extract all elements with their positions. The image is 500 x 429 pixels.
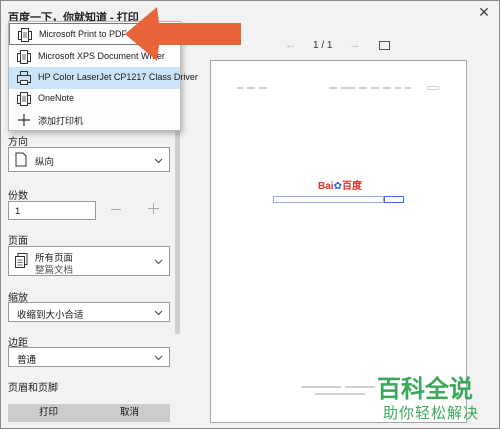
copies-value: 1 <box>15 206 21 217</box>
preview-nav-text <box>395 87 401 89</box>
preview-nav-text <box>383 87 391 89</box>
copies-input[interactable]: 1 <box>8 201 96 220</box>
preview-nav-text <box>237 87 243 89</box>
preview-search-button <box>384 196 404 203</box>
portrait-page-icon <box>15 152 27 167</box>
copies-label: 份数 <box>8 191 28 202</box>
preview-nav-text <box>259 87 267 89</box>
menu-item-onenote[interactable]: OneNote <box>9 88 180 110</box>
preview-footer-text <box>315 393 365 395</box>
orientation-value: 纵向 <box>35 157 55 168</box>
print-dialog: 百度一下，你就知道 - 打印 ✕ 方向 纵向 份数 1 页面 所有页面 整篇文档… <box>0 0 500 429</box>
print-button[interactable]: 打印 <box>8 404 89 422</box>
printer-doc-icon <box>17 92 31 106</box>
preview-nav-text <box>405 87 411 89</box>
plus-icon <box>18 114 30 126</box>
scale-dropdown[interactable]: 收缩到大小合适 <box>8 302 170 322</box>
close-icon[interactable]: ✕ <box>475 4 493 20</box>
chevron-down-icon <box>154 355 163 361</box>
pages-label: 页面 <box>8 236 28 247</box>
page-indicator: 1 / 1 <box>313 40 333 51</box>
watermark-logo: 百科全说 助你轻松解决 <box>375 367 500 429</box>
orientation-dropdown[interactable]: 纵向 <box>8 147 170 172</box>
preview-search-box <box>273 196 384 203</box>
header-footer-label: 页眉和页脚 <box>8 383 58 394</box>
printer-doc-icon <box>17 50 31 64</box>
preview-nav-text <box>359 87 367 89</box>
preview-footer-text <box>301 386 341 388</box>
menu-item-add-printer[interactable]: 添加打印机 <box>9 109 180 131</box>
pages-dropdown[interactable]: 所有页面 整篇文档 <box>8 246 170 276</box>
cancel-button[interactable]: 取消 <box>89 404 170 422</box>
preview-footer-text <box>345 386 375 388</box>
preview-login-button <box>427 86 439 90</box>
preview-nav-text <box>329 87 337 89</box>
decrement-icon[interactable] <box>111 209 121 210</box>
fit-page-icon[interactable] <box>379 41 390 50</box>
printer-doc-icon <box>18 28 32 42</box>
previous-page-icon[interactable]: ← <box>285 39 296 51</box>
scale-value: 收缩到大小合适 <box>17 310 84 321</box>
next-page-icon[interactable]: → <box>349 39 360 51</box>
preview-baidu-logo: Bai✿百度 <box>318 181 362 192</box>
page-navigator: ← 1 / 1 → <box>285 39 395 53</box>
preview-nav-text <box>247 87 255 89</box>
callout-arrow-icon <box>125 7 241 61</box>
margins-value: 普通 <box>17 355 37 366</box>
chevron-down-icon <box>154 158 163 164</box>
pages-subvalue: 整篇文档 <box>35 265 74 276</box>
menu-item-label: 添加打印机 <box>38 116 84 126</box>
preview-nav-text <box>371 87 379 89</box>
watermark-sub-text: 助你轻松解决 <box>383 405 480 422</box>
chevron-down-icon <box>154 259 163 265</box>
orientation-label: 方向 <box>8 137 28 148</box>
watermark-main-text: 百科全说 <box>377 376 473 403</box>
margins-dropdown[interactable]: 普通 <box>8 347 170 367</box>
menu-item-label: OneNote <box>38 93 75 103</box>
pages-icon <box>15 253 28 268</box>
preview-nav-text <box>341 87 355 89</box>
menu-item-label: HP Color LaserJet CP1217 Class Driver <box>38 72 198 82</box>
menu-item-label: Microsoft Print to PDF <box>39 29 128 39</box>
chevron-down-icon <box>154 310 163 316</box>
printer-icon <box>17 71 31 85</box>
increment-icon[interactable] <box>148 203 159 214</box>
menu-item-hp-laserjet[interactable]: HP Color LaserJet CP1217 Class Driver <box>9 67 198 89</box>
